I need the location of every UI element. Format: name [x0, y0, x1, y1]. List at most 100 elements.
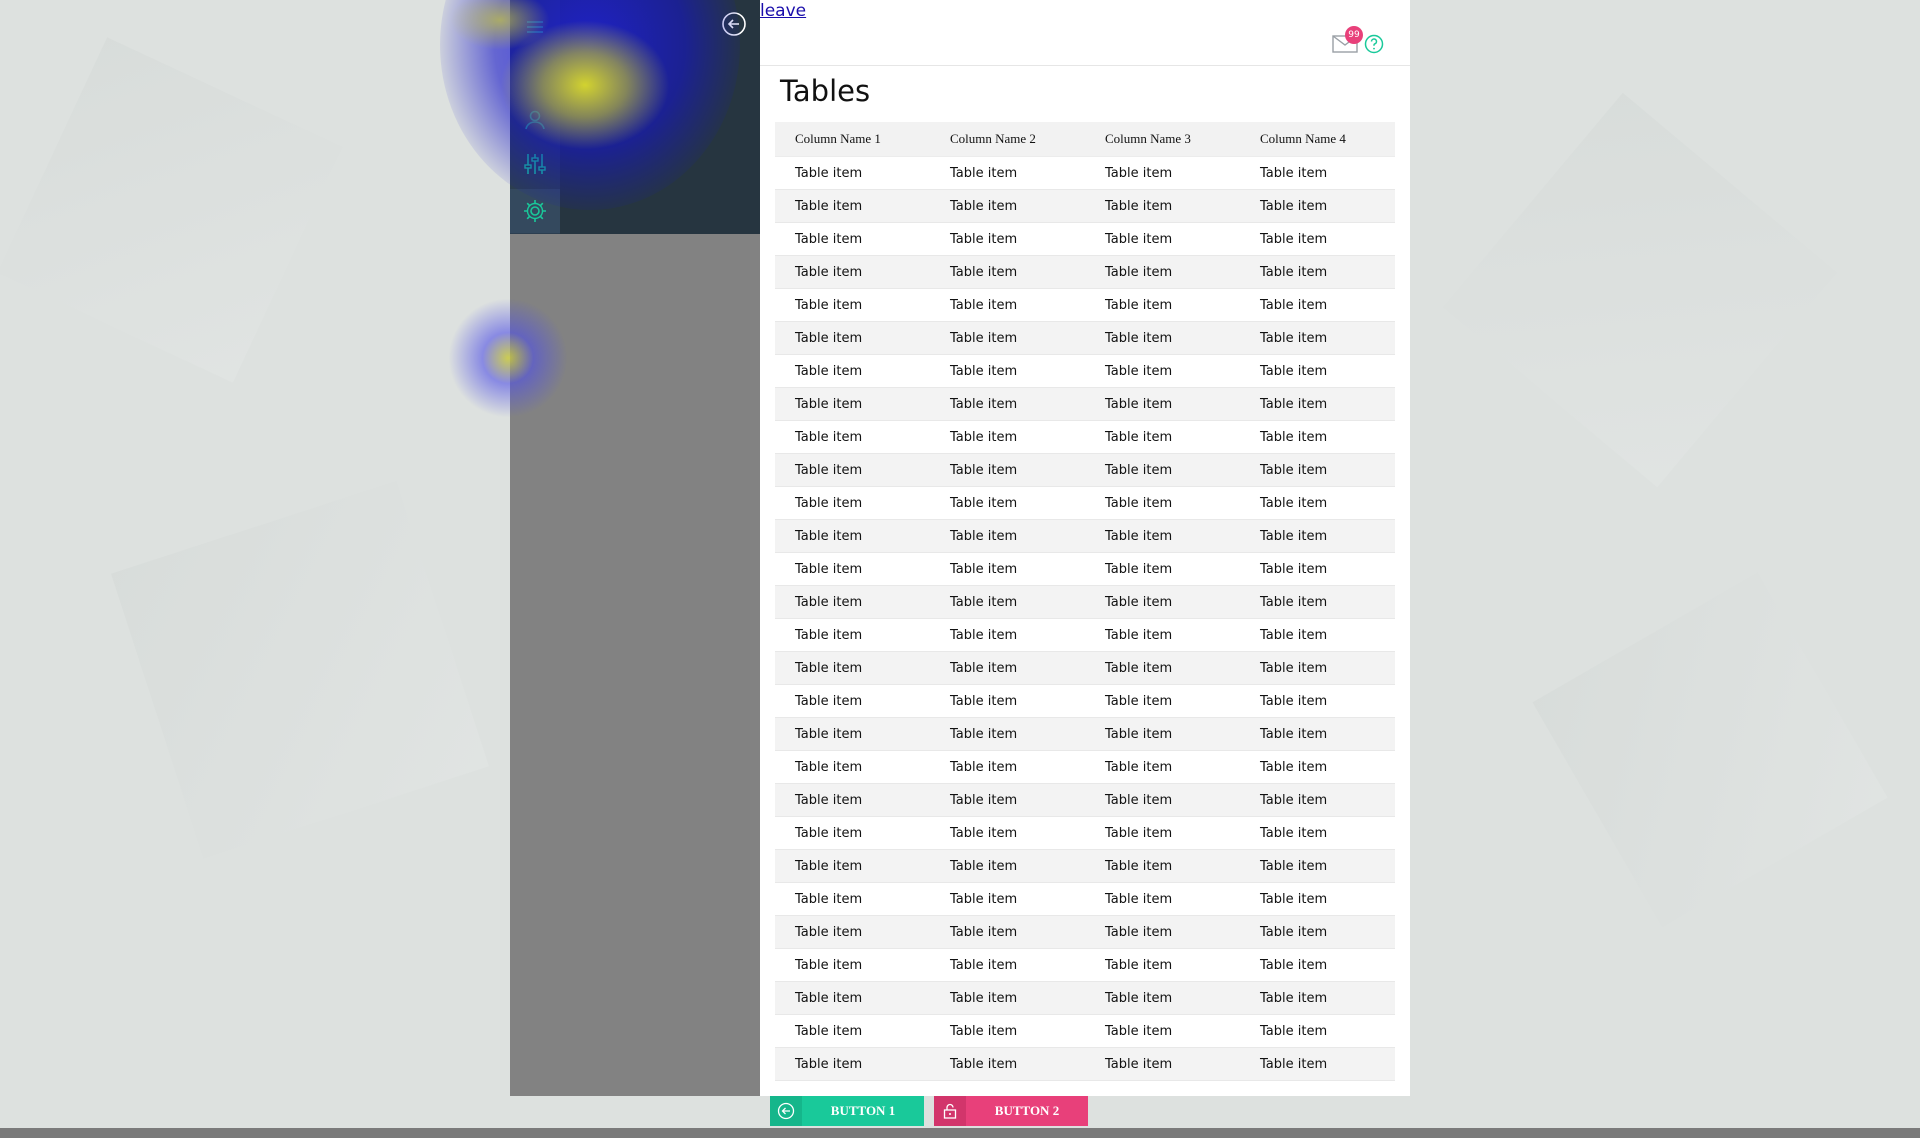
table-row: Table item Table item Table item Table item: [775, 751, 1395, 784]
table-cell: Table item: [795, 759, 863, 775]
table-cell: Table item: [950, 660, 1018, 676]
table-row: Table item Table item Table item Table item: [775, 718, 1395, 751]
table-cell: Table item: [1105, 792, 1173, 808]
sidebar-item-gear[interactable]: [510, 189, 560, 233]
table-cell: Table item: [950, 462, 1018, 478]
table-cell: Table item: [795, 297, 863, 313]
table-cell: Table item: [1260, 495, 1328, 511]
table-cell: Table item: [1105, 1056, 1173, 1072]
gear-icon: [524, 200, 546, 222]
table-cell: Table item: [1260, 462, 1328, 478]
table-cell: Table item: [1260, 396, 1328, 412]
button-2[interactable]: BUTTON 2: [934, 1096, 1088, 1126]
sliders-icon: [524, 154, 546, 174]
table-cell: Table item: [795, 330, 863, 346]
background-shape: [110, 480, 490, 860]
background-shape: [1442, 92, 1838, 488]
table-cell: Table item: [1260, 561, 1328, 577]
table-row: Table item Table item Table item Table item: [775, 421, 1395, 454]
sidebar-empty-area: [510, 234, 760, 1096]
menu-icon: [527, 21, 543, 33]
table-cell: Table item: [950, 429, 1018, 445]
table-row: Table item Table item Table item Table item: [775, 619, 1395, 652]
table-cell: Table item: [1260, 726, 1328, 742]
table-cell: Table item: [795, 561, 863, 577]
arrow-left-circle-icon: [722, 12, 746, 36]
table-cell: Table item: [1260, 594, 1328, 610]
table-cell: Table item: [1105, 495, 1173, 511]
table-row: Table item Table item Table item Table item: [775, 982, 1395, 1015]
table-cell: Table item: [950, 396, 1018, 412]
bottom-bar: [0, 1128, 1920, 1138]
table-cell: Table item: [795, 990, 863, 1006]
table-cell: Table item: [795, 726, 863, 742]
table-cell: Table item: [1260, 198, 1328, 214]
sidebar-item-menu[interactable]: [510, 5, 560, 49]
table-cell: Table item: [950, 231, 1018, 247]
table-cell: Table item: [950, 363, 1018, 379]
table-cell: Table item: [795, 363, 863, 379]
table-cell: Table item: [795, 165, 863, 181]
table-cell: Table item: [1260, 1023, 1328, 1039]
table-cell: Table item: [1260, 759, 1328, 775]
table-cell: Table item: [1105, 396, 1173, 412]
arrow-left-circle-icon: [770, 1096, 802, 1126]
table-row: Table item Table item Table item Table item: [775, 784, 1395, 817]
table-cell: Table item: [950, 561, 1018, 577]
help-icon: [1364, 34, 1384, 54]
page-title: Tables: [780, 74, 871, 108]
table-row: Table item Table item Table item Table item: [775, 949, 1395, 982]
column-header: Column Name 1: [795, 131, 881, 146]
table-cell: Table item: [795, 891, 863, 907]
table-cell: Table item: [1260, 627, 1328, 643]
table-cell: Table item: [1105, 528, 1173, 544]
table-cell: Table item: [1260, 1056, 1328, 1072]
notification-badge: 99: [1345, 26, 1363, 44]
table-cell: Table item: [1260, 264, 1328, 280]
sidebar-collapse-button[interactable]: [720, 10, 748, 38]
background-shape: [1532, 572, 1888, 928]
help-button[interactable]: [1364, 34, 1384, 54]
table-cell: Table item: [1105, 297, 1173, 313]
table-cell: Table item: [950, 891, 1018, 907]
table-cell: Table item: [950, 330, 1018, 346]
table-cell: Table item: [1260, 792, 1328, 808]
table-cell: Table item: [950, 594, 1018, 610]
table-cell: Table item: [795, 462, 863, 478]
table-row: Table item Table item Table item Table item: [775, 1048, 1395, 1081]
table-cell: Table item: [1105, 990, 1173, 1006]
table-cell: Table item: [1260, 693, 1328, 709]
table-cell: Table item: [1260, 528, 1328, 544]
column-header: Column Name 3: [1105, 131, 1191, 146]
button-1[interactable]: BUTTON 1: [770, 1096, 924, 1126]
table-cell: Table item: [795, 495, 863, 511]
sidebar-item-user[interactable]: [510, 98, 560, 142]
table-cell: Table item: [950, 495, 1018, 511]
table-cell: Table item: [1105, 462, 1173, 478]
table-cell: Table item: [1105, 1023, 1173, 1039]
table-cell: Table item: [795, 1056, 863, 1072]
table-cell: Table item: [1105, 231, 1173, 247]
table-row: Table item Table item Table item Table item: [775, 520, 1395, 553]
leave-link[interactable]: leave: [760, 1, 806, 21]
table-cell: Table item: [795, 396, 863, 412]
table-cell: Table item: [1260, 297, 1328, 313]
table-cell: Table item: [950, 990, 1018, 1006]
sidebar-item-settings-sliders[interactable]: [510, 142, 560, 186]
table-cell: Table item: [1260, 990, 1328, 1006]
table-cell: Table item: [1105, 825, 1173, 841]
table-row: Table item Table item Table item Table item: [775, 586, 1395, 619]
table-cell: Table item: [1260, 165, 1328, 181]
table-cell: Table item: [950, 264, 1018, 280]
table-cell: Table item: [1260, 924, 1328, 940]
button-1-label: BUTTON 1: [830, 1103, 896, 1118]
table-row: Table item Table item Table item Table item: [775, 322, 1395, 355]
table-row: Table item Table item Table item Table item: [775, 652, 1395, 685]
table-row: Table item Table item Table item Table item: [775, 157, 1395, 190]
table-header-row: Column Name 1 Column Name 2 Column Name 3 C…: [775, 122, 1395, 157]
table-row: Table item Table item Table item Table item: [775, 883, 1395, 916]
table-cell: Table item: [795, 429, 863, 445]
table-cell: Table item: [1260, 957, 1328, 973]
table-cell: Table item: [1260, 660, 1328, 676]
table-cell: Table item: [1105, 594, 1173, 610]
